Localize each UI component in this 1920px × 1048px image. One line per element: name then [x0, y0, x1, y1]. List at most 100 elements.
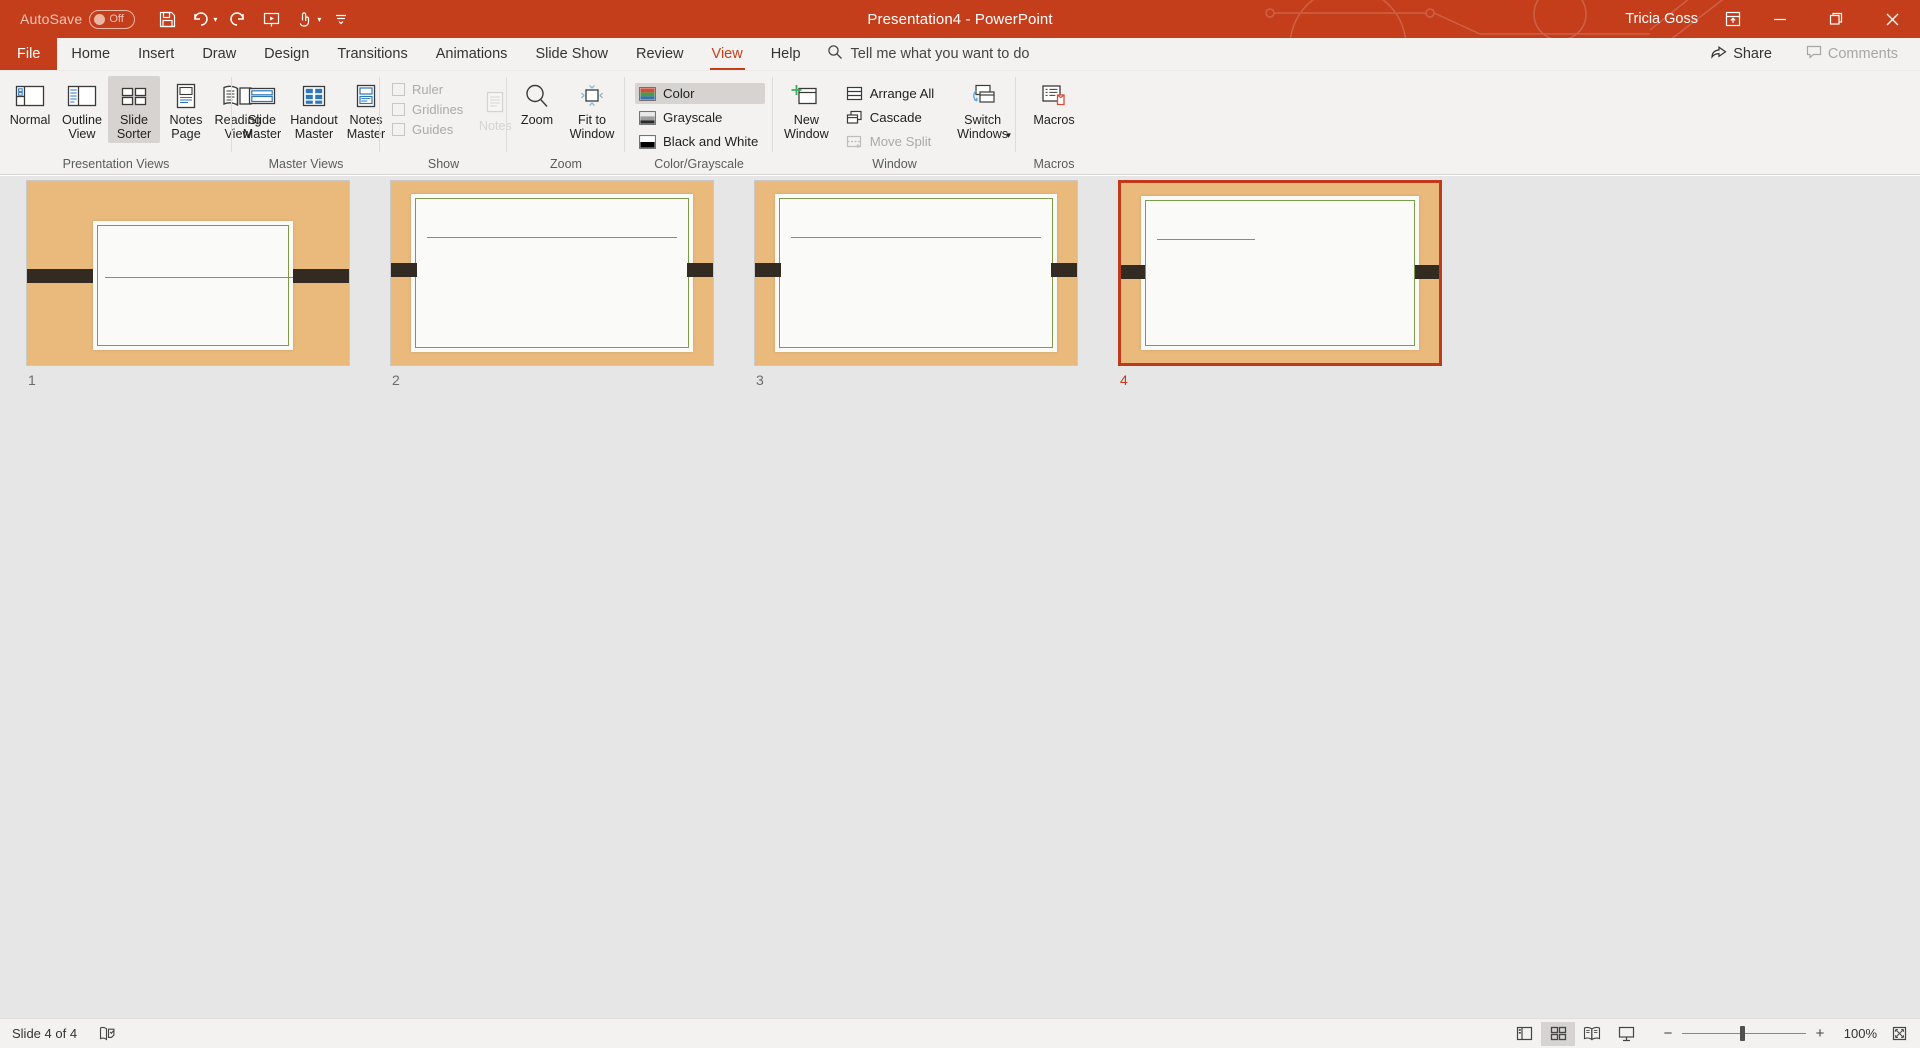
tab-draw[interactable]: Draw: [188, 38, 250, 70]
slide-thumbnail-1[interactable]: [26, 180, 350, 366]
slide-clip-right: [293, 269, 349, 283]
start-from-beginning-icon[interactable]: [255, 4, 287, 34]
save-icon[interactable]: [151, 4, 183, 34]
comments-button[interactable]: Comments: [1798, 42, 1906, 66]
redo-icon[interactable]: [221, 4, 253, 34]
group-title-window: Window: [872, 157, 917, 171]
notes-page-button[interactable]: Notes Page: [160, 76, 212, 143]
slide-cell-1[interactable]: 1: [26, 180, 350, 388]
zoom-button[interactable]: Zoom: [511, 76, 563, 129]
tab-animations[interactable]: Animations: [422, 38, 522, 70]
slide-content-panel: [93, 221, 293, 350]
ribbon-group-zoom: Zoom Fit to Window Zoom: [507, 71, 625, 174]
guides-checkbox[interactable]: [392, 123, 405, 136]
zoom-slider-thumb[interactable]: [1740, 1026, 1745, 1041]
outline-view-button[interactable]: Outline View: [56, 76, 108, 143]
slide-cell-3[interactable]: 3: [754, 180, 1078, 388]
slide-content-panel: [411, 194, 693, 352]
ruler-checkbox-row[interactable]: Ruler: [392, 82, 463, 97]
move-split-button[interactable]: Move Split: [842, 131, 942, 152]
handout-master-label: Handout Master: [290, 113, 338, 141]
slide-title-line: [1157, 239, 1255, 240]
tab-review[interactable]: Review: [622, 38, 698, 70]
ribbon: Normal Outline View Slide Sorter Notes P…: [0, 71, 1920, 175]
fit-to-window-icon: [576, 79, 608, 113]
color-label: Color: [663, 86, 695, 101]
autosave-label: AutoSave: [20, 11, 83, 27]
ribbon-display-options-icon[interactable]: [1714, 0, 1752, 38]
slide-cell-4[interactable]: 4: [1118, 180, 1442, 388]
black-and-white-button[interactable]: Black and White: [635, 131, 765, 152]
fit-to-window-button[interactable]: Fit to Window: [563, 76, 621, 143]
zoom-level-label[interactable]: 100%: [1837, 1026, 1877, 1041]
normal-view-button[interactable]: Normal: [4, 76, 56, 129]
slide-thumbnail-2[interactable]: [390, 180, 714, 366]
handout-master-button[interactable]: Handout Master: [288, 76, 340, 143]
slide-clip-right: [687, 263, 713, 277]
ribbon-group-window: New Window Arrange All Cascade Move Spli…: [773, 71, 1016, 174]
handout-master-icon: [299, 79, 329, 113]
accessibility-checker-icon[interactable]: [99, 1026, 116, 1042]
zoom-out-button[interactable]: −: [1659, 1025, 1677, 1042]
group-title-macros: Macros: [1033, 157, 1075, 171]
slide-thumbnail-4[interactable]: [1118, 180, 1442, 366]
slide-sorter-canvas[interactable]: 1 2 3 4: [0, 176, 1920, 1018]
slide-sorter-button[interactable]: [1541, 1021, 1575, 1046]
switch-windows-dropdown-icon[interactable]: ▾: [1006, 128, 1011, 142]
restore-icon[interactable]: [1808, 0, 1864, 38]
tab-home[interactable]: Home: [57, 38, 124, 70]
color-button[interactable]: Color: [635, 83, 766, 104]
gridlines-checkbox[interactable]: [392, 103, 405, 116]
slide-number-4: 4: [1120, 372, 1128, 388]
comments-label: Comments: [1827, 46, 1898, 62]
arrange-all-button[interactable]: Arrange All: [842, 83, 942, 104]
tab-design[interactable]: Design: [250, 38, 323, 70]
autosave-control[interactable]: AutoSave Off: [20, 9, 136, 29]
outline-view-icon: [67, 79, 97, 113]
zoom-in-button[interactable]: +: [1811, 1025, 1829, 1042]
tab-file[interactable]: File: [0, 38, 58, 70]
switch-windows-button[interactable]: Switch Windows ▾: [953, 76, 1012, 144]
close-icon[interactable]: [1864, 0, 1920, 38]
share-button[interactable]: Share: [1703, 42, 1780, 66]
macros-button[interactable]: Macros: [1028, 76, 1080, 129]
ruler-checkbox[interactable]: [392, 83, 405, 96]
guides-checkbox-row[interactable]: Guides: [392, 122, 463, 137]
zoom-icon: [522, 79, 552, 113]
slide-cell-2[interactable]: 2: [390, 180, 714, 388]
slide-master-button[interactable]: Slide Master: [236, 76, 288, 143]
slide-grid: 1 2 3 4: [26, 180, 1442, 388]
tell-me-box[interactable]: Tell me what you want to do: [815, 38, 1042, 70]
undo-dropdown-icon[interactable]: ▾: [213, 15, 217, 24]
zoom-slider[interactable]: [1682, 1025, 1806, 1043]
autosave-toggle-knob: [94, 13, 106, 25]
tab-insert[interactable]: Insert: [124, 38, 188, 70]
new-window-label: New Window: [783, 113, 829, 141]
slide-content-panel: [775, 194, 1057, 352]
title-bar: AutoSave Off ▾ ▾ Presentation4 - PowerPo…: [0, 0, 1920, 38]
tab-transitions[interactable]: Transitions: [323, 38, 421, 70]
minimize-icon[interactable]: [1752, 0, 1808, 38]
tab-slide-show[interactable]: Slide Show: [521, 38, 622, 70]
grayscale-button[interactable]: Grayscale: [635, 107, 765, 128]
gridlines-checkbox-row[interactable]: Gridlines: [392, 102, 463, 117]
reading-view-button[interactable]: [1575, 1022, 1609, 1046]
slide-thumbnail-3[interactable]: [754, 180, 1078, 366]
tab-view[interactable]: View: [698, 38, 757, 70]
cascade-button[interactable]: Cascade: [842, 107, 942, 128]
slide-master-icon: [247, 79, 277, 113]
macros-label: Macros: [1033, 113, 1075, 127]
new-window-button[interactable]: New Window: [777, 76, 836, 143]
normal-view-button[interactable]: [1507, 1022, 1541, 1046]
fit-slide-to-window-icon[interactable]: [1891, 1025, 1908, 1042]
autosave-toggle[interactable]: Off: [89, 9, 136, 29]
tab-help[interactable]: Help: [757, 38, 815, 70]
user-name[interactable]: Tricia Goss: [1625, 11, 1698, 27]
slide-clip-right: [1051, 263, 1077, 277]
slide-show-button[interactable]: [1609, 1022, 1643, 1046]
switch-windows-label: Switch Windows: [957, 113, 1009, 141]
slide-title-line: [427, 237, 677, 238]
customize-qat-icon[interactable]: [325, 4, 357, 34]
touch-mode-dropdown-icon[interactable]: ▾: [317, 15, 321, 24]
slide-sorter-button[interactable]: Slide Sorter: [108, 76, 160, 143]
